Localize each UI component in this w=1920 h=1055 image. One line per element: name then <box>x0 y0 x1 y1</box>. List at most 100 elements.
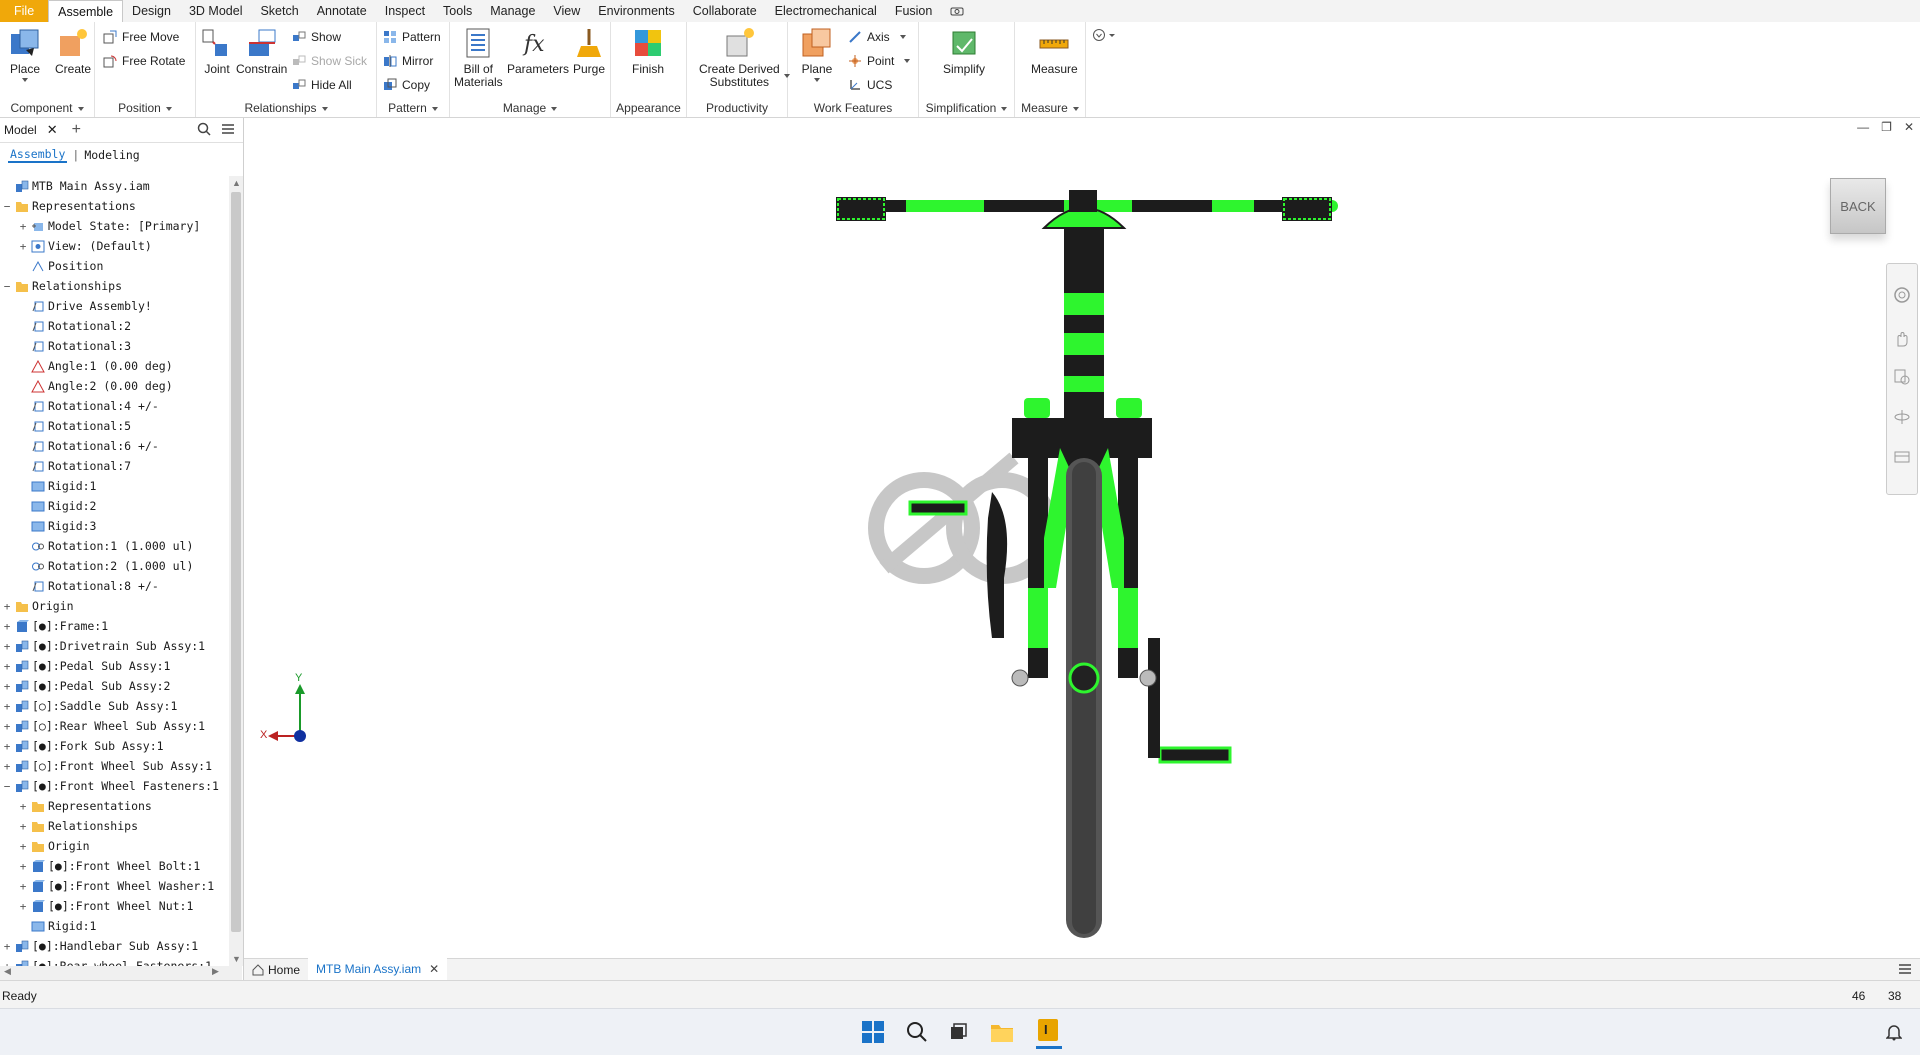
tree-node[interactable]: + Origin <box>0 836 226 856</box>
tree-node[interactable]: Angle:2 (0.00 deg) <box>0 376 226 396</box>
tree-node[interactable]: Rotational:4 +/- <box>0 396 226 416</box>
parameters-button[interactable]: fx Parameters <box>507 26 569 76</box>
camera-icon[interactable] <box>941 0 973 22</box>
expand-icon[interactable]: + <box>18 800 28 813</box>
measure-button[interactable]: Measure <box>1031 26 1078 76</box>
close-icon[interactable]: ✕ <box>429 962 439 976</box>
tree-node[interactable]: − Representations <box>0 196 226 216</box>
tree-node[interactable]: Rigid:3 <box>0 516 226 536</box>
pan-icon[interactable] <box>1893 330 1911 351</box>
tree-node[interactable]: Rotational:8 +/- <box>0 576 226 596</box>
tree-node[interactable]: Rigid:1 <box>0 476 226 496</box>
collapse-icon[interactable]: − <box>2 200 12 213</box>
tree-node[interactable]: + [●]:Fork Sub Assy:1 <box>0 736 226 756</box>
scroll-up-icon[interactable]: ▲ <box>232 178 241 188</box>
windows-start-icon[interactable] <box>862 1021 884 1046</box>
tree-node[interactable]: − [●]:Front Wheel Fasteners:1 <box>0 776 226 796</box>
tree-node[interactable]: + Representations <box>0 796 226 816</box>
measure-panel-label[interactable]: Measure <box>1015 101 1085 115</box>
scroll-left-icon[interactable]: ◀ <box>4 966 11 977</box>
bill-of-materials-button[interactable]: Bill of Materials <box>454 26 503 89</box>
menu-view[interactable]: View <box>544 0 589 22</box>
notification-icon[interactable] <box>1885 1023 1903 1044</box>
expand-icon[interactable]: + <box>2 600 12 613</box>
tree-node[interactable]: Position <box>0 256 226 276</box>
ucs-button[interactable]: UCS <box>848 76 892 94</box>
relationships-panel-label[interactable]: Relationships <box>196 101 376 115</box>
look-at-icon[interactable] <box>1893 448 1911 469</box>
tree-node[interactable]: Rigid:1 <box>0 916 226 936</box>
expand-icon[interactable]: + <box>2 620 12 633</box>
show-button[interactable]: Show <box>292 28 341 46</box>
chevron-down-icon[interactable] <box>22 78 28 82</box>
menu-file[interactable]: File <box>0 0 49 22</box>
expand-icon[interactable]: + <box>18 840 28 853</box>
constrain-button[interactable]: Constrain <box>236 26 287 76</box>
expand-icon[interactable]: + <box>2 680 12 693</box>
scroll-right-icon[interactable]: ▶ <box>212 966 219 977</box>
mirror-button[interactable]: Mirror <box>383 52 433 70</box>
quick-access-dropdown[interactable] <box>1092 28 1118 45</box>
hide-all-button[interactable]: Hide All <box>292 76 352 94</box>
axis-button[interactable]: Axis <box>848 28 906 46</box>
menu-electromechanical[interactable]: Electromechanical <box>766 0 886 22</box>
tree-node[interactable]: + [○]:Saddle Sub Assy:1 <box>0 696 226 716</box>
expand-icon[interactable]: + <box>2 740 12 753</box>
expand-icon[interactable]: + <box>2 940 12 953</box>
close-icon[interactable]: ✕ <box>47 122 58 138</box>
menu-inspect[interactable]: Inspect <box>376 0 434 22</box>
tree-node[interactable]: Rotation:1 (1.000 ul) <box>0 536 226 556</box>
tree-node[interactable]: + [○]:Front Wheel Sub Assy:1 <box>0 756 226 776</box>
plane-button[interactable]: Plane <box>800 26 834 82</box>
position-panel-label[interactable]: Position <box>95 101 195 115</box>
expand-icon[interactable]: + <box>18 240 28 253</box>
component-panel-label[interactable]: Component <box>0 101 94 115</box>
bike-model[interactable] <box>244 118 1920 958</box>
expand-icon[interactable]: + <box>18 860 28 873</box>
tree-node[interactable]: + [●]:Frame:1 <box>0 616 226 636</box>
menu-annotate[interactable]: Annotate <box>308 0 376 22</box>
tree-node[interactable]: + Relationships <box>0 816 226 836</box>
tree-node[interactable]: Drive Assembly! <box>0 296 226 316</box>
create-derived-substitutes-button[interactable]: Create Derived Substitutes <box>699 26 780 89</box>
place-button[interactable]: Place <box>8 26 42 82</box>
expand-icon[interactable]: + <box>2 720 12 733</box>
tab-assembly[interactable]: Assembly <box>8 147 68 163</box>
expand-icon[interactable]: + <box>2 640 12 653</box>
tree-node[interactable]: Rotational:2 <box>0 316 226 336</box>
tabs-menu-icon[interactable] <box>1898 963 1912 978</box>
viewcube[interactable]: BACK <box>1830 178 1886 234</box>
simplification-panel-label[interactable]: Simplification <box>919 101 1014 115</box>
menu-sketch[interactable]: Sketch <box>251 0 307 22</box>
tree-node[interactable]: + [●]:Pedal Sub Assy:1 <box>0 656 226 676</box>
orbit-icon[interactable] <box>1893 408 1911 429</box>
inventor-app-icon[interactable]: I <box>1036 1018 1062 1049</box>
tab-mtb-main-assy[interactable]: MTB Main Assy.iam ✕ <box>308 958 448 982</box>
tree-node[interactable]: + [○]:Rear Wheel Sub Assy:1 <box>0 716 226 736</box>
chevron-down-icon[interactable] <box>814 78 820 82</box>
free-rotate-button[interactable]: Free Rotate <box>103 52 185 70</box>
tree-node[interactable]: Rotational:3 <box>0 336 226 356</box>
tab-model[interactable]: Model <box>4 123 37 137</box>
horizontal-scrollbar[interactable]: ◀ ▶ <box>0 966 242 980</box>
expand-icon[interactable]: + <box>18 820 28 833</box>
joint-button[interactable]: Joint <box>200 26 234 76</box>
graphics-viewport[interactable]: — ❐ ✕ BACK Y X <box>244 118 1920 958</box>
pattern-panel-label[interactable]: Pattern <box>377 101 449 115</box>
search-icon[interactable] <box>906 1021 928 1046</box>
expand-icon[interactable]: + <box>2 700 12 713</box>
steering-wheel-icon[interactable] <box>1893 286 1911 307</box>
tree-node[interactable]: Angle:1 (0.00 deg) <box>0 356 226 376</box>
free-move-button[interactable]: Free Move <box>103 28 179 46</box>
zoom-icon[interactable] <box>1893 368 1911 389</box>
tree-node[interactable]: − Relationships <box>0 276 226 296</box>
menu-environments[interactable]: Environments <box>589 0 683 22</box>
expand-icon[interactable]: + <box>18 880 28 893</box>
tree-node[interactable]: MTB Main Assy.iam <box>0 176 226 196</box>
collapse-icon[interactable]: − <box>2 280 12 293</box>
menu-icon[interactable] <box>221 123 235 138</box>
menu-manage[interactable]: Manage <box>481 0 544 22</box>
tree-node[interactable]: Rotational:6 +/- <box>0 436 226 456</box>
expand-icon[interactable]: + <box>18 220 28 233</box>
tree-node[interactable]: + Origin <box>0 596 226 616</box>
